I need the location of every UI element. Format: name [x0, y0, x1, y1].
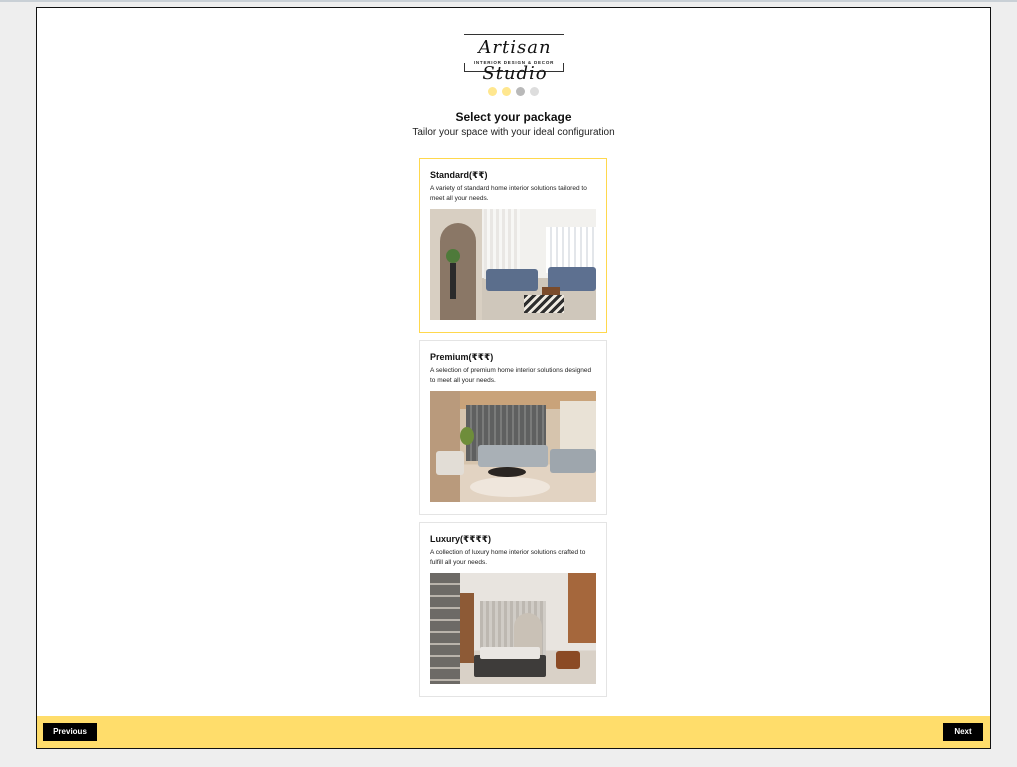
page-title: Select your package: [455, 110, 572, 124]
package-name: Standard(₹₹): [430, 170, 488, 180]
package-card-premium[interactable]: Premium(₹₹₹) A selection of premium home…: [419, 340, 607, 515]
page-subtitle: Tailor your space with your ideal config…: [412, 127, 615, 138]
logo-tagline: INTERIOR DESIGN & DECOR: [473, 60, 555, 65]
logo-script: Artisan Studio: [454, 35, 576, 84]
step-dot-2: [502, 87, 511, 96]
package-description: A collection of luxury home interior sol…: [430, 549, 586, 566]
wizard-frame: Artisan Studio INTERIOR DESIGN & DECOR S…: [36, 7, 991, 749]
lounge-photo: [430, 391, 596, 502]
brand-logo: Artisan Studio INTERIOR DESIGN & DECOR: [454, 34, 576, 84]
living-room-photo: [430, 209, 596, 320]
next-button[interactable]: Next: [943, 723, 983, 741]
step-dot-4: [530, 87, 539, 96]
package-card-standard[interactable]: Standard(₹₹) A variety of standard home …: [419, 158, 607, 333]
package-card-luxury[interactable]: Luxury(₹₹₹₹) A collection of luxury home…: [419, 522, 607, 697]
bedroom-photo: [430, 573, 596, 684]
package-name: Luxury(₹₹₹₹): [430, 534, 492, 544]
top-border: [0, 0, 1017, 2]
package-name: Premium(₹₹₹): [430, 352, 494, 362]
package-description: A selection of premium home interior sol…: [430, 367, 592, 384]
step-dot-1: [488, 87, 497, 96]
previous-button[interactable]: Previous: [43, 723, 97, 741]
package-description: A variety of standard home interior solu…: [430, 185, 587, 202]
wizard-footer: Previous Next: [37, 716, 990, 748]
step-indicator: [488, 87, 539, 96]
step-dot-3: [516, 87, 525, 96]
